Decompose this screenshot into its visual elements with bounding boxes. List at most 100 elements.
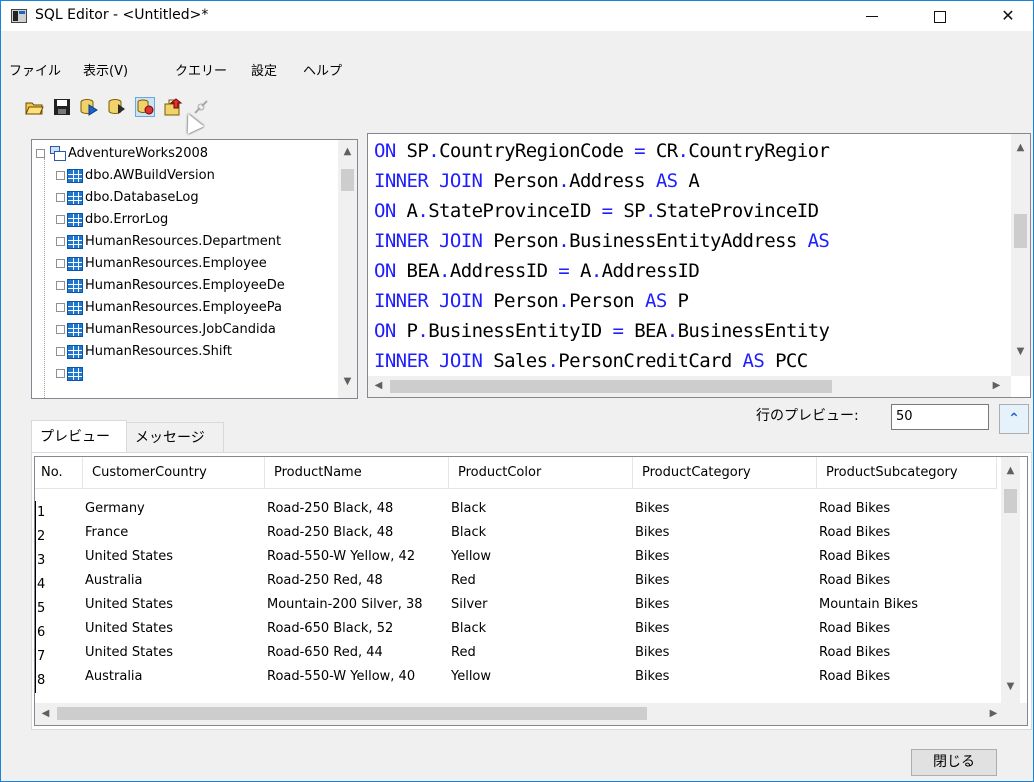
tab-messages[interactable]: メッセージ xyxy=(126,422,224,453)
row-number[interactable]: 5 xyxy=(35,597,79,621)
table-icon xyxy=(67,301,83,315)
grid-cell: Road Bikes xyxy=(819,669,891,684)
table-icon xyxy=(67,367,83,381)
menu-help[interactable]: ヘルプ xyxy=(303,61,342,83)
preview-rows-input[interactable]: 50 xyxy=(891,404,989,430)
scroll-thumb[interactable] xyxy=(341,169,354,191)
sql-editor[interactable]: ON SP.CountryRegionCode = CR.CountryRegi… xyxy=(367,133,1031,398)
grid-cell: Germany xyxy=(85,501,145,516)
column-header[interactable]: CustomerCountry xyxy=(83,457,265,489)
row-number[interactable]: 2 xyxy=(35,525,79,549)
grid-horizontal-scrollbar[interactable]: ◀ ▶ xyxy=(35,703,1027,725)
expand-icon[interactable] xyxy=(56,171,65,180)
grid-cell: Bikes xyxy=(635,597,670,612)
code-line: ON SP.CountryRegionCode = CR.CountryRegi… xyxy=(374,140,830,162)
row-number[interactable]: 1 xyxy=(35,501,79,525)
minimize-button[interactable] xyxy=(849,1,895,31)
run-icon[interactable] xyxy=(79,97,99,117)
row-number[interactable]: 3 xyxy=(35,549,79,573)
double-chevron-up-icon: ⌃ xyxy=(1008,411,1020,427)
expand-icon[interactable] xyxy=(56,369,65,378)
row-number[interactable]: 7 xyxy=(35,645,79,669)
title-bar[interactable]: SQL Editor - <Untitled>* ✕ xyxy=(1,1,1033,31)
tree-vertical-scrollbar[interactable]: ▲ ▼ xyxy=(338,140,357,398)
grid-cell: United States xyxy=(85,597,174,612)
expand-icon[interactable] xyxy=(56,215,65,224)
column-header[interactable]: No. xyxy=(35,457,83,489)
menu-bar: ファイル 表示(V) クエリー 設定 ヘルプ xyxy=(1,61,1033,83)
column-header[interactable]: ProductName xyxy=(265,457,449,489)
grid-cell: United States xyxy=(85,645,174,660)
editor-vertical-scrollbar[interactable]: ▲ ▼ xyxy=(1011,134,1030,376)
scroll-down-icon[interactable]: ▼ xyxy=(1012,346,1029,357)
column-header[interactable]: ProductColor xyxy=(449,457,633,489)
grid-cell: Bikes xyxy=(635,525,670,540)
expand-icon[interactable] xyxy=(56,303,65,312)
grid-cell: Road-550-W Yellow, 40 xyxy=(267,669,416,684)
grid-cell: United States xyxy=(85,549,174,564)
save-icon[interactable] xyxy=(52,97,72,117)
import-icon[interactable] xyxy=(135,97,155,117)
database-tree[interactable]: AdventureWorks2008 dbo.AWBuildVersion db… xyxy=(31,139,358,399)
table-icon xyxy=(67,279,83,293)
scroll-thumb[interactable] xyxy=(57,707,647,720)
column-header[interactable]: ProductSubcategory xyxy=(817,457,997,489)
grid-vertical-scrollbar[interactable]: ▲ ▼ xyxy=(1001,457,1020,703)
minimize-icon xyxy=(866,16,878,17)
row-number[interactable]: 8 xyxy=(35,669,79,693)
collapse-button[interactable]: ⌃ xyxy=(999,404,1029,434)
grid-cell: Silver xyxy=(451,597,488,612)
scroll-thumb[interactable] xyxy=(1014,214,1027,248)
scroll-right-icon[interactable]: ▶ xyxy=(988,380,1005,391)
code-line: ON P.BusinessEntityID = BEA.BusinessEnti… xyxy=(374,320,830,342)
scroll-up-icon[interactable]: ▲ xyxy=(1002,465,1019,476)
scroll-down-icon[interactable]: ▼ xyxy=(1002,681,1019,692)
grid-cell: Road-650 Black, 52 xyxy=(267,621,394,636)
table-icon xyxy=(67,323,83,337)
scroll-down-icon[interactable]: ▼ xyxy=(339,376,356,387)
column-header[interactable]: ProductCategory xyxy=(633,457,817,489)
tab-preview[interactable]: プレビュー xyxy=(31,420,127,453)
grid-cell: Road Bikes xyxy=(819,645,891,660)
scroll-up-icon[interactable]: ▲ xyxy=(339,146,356,157)
row-number[interactable]: 6 xyxy=(35,621,79,645)
close-button[interactable]: 閉じる xyxy=(911,749,997,776)
maximize-button[interactable] xyxy=(917,1,963,31)
expand-icon[interactable] xyxy=(56,281,65,290)
scroll-up-icon[interactable]: ▲ xyxy=(1012,142,1029,153)
expand-icon[interactable] xyxy=(56,259,65,268)
export-icon[interactable] xyxy=(163,97,183,117)
menu-file[interactable]: ファイル xyxy=(9,61,61,83)
menu-settings[interactable]: 設定 xyxy=(251,61,277,83)
grid-cell: Road-650 Red, 44 xyxy=(267,645,383,660)
grid-cell: France xyxy=(85,525,129,540)
tree-item-label: HumanResources.EmployeePa xyxy=(85,300,283,315)
grid-cell: Black xyxy=(451,525,487,540)
scroll-left-icon[interactable]: ◀ xyxy=(37,708,54,719)
expand-icon[interactable] xyxy=(56,193,65,202)
scroll-right-icon[interactable]: ▶ xyxy=(985,708,1002,719)
expand-icon[interactable] xyxy=(56,237,65,246)
tree-guide-line xyxy=(44,158,45,398)
expand-icon[interactable] xyxy=(56,325,65,334)
expand-icon[interactable] xyxy=(36,149,45,158)
menu-query[interactable]: クエリー xyxy=(175,61,227,83)
result-grid[interactable]: No. CustomerCountry ProductName ProductC… xyxy=(34,456,1028,726)
open-folder-icon[interactable] xyxy=(24,97,44,117)
grid-cell: Red xyxy=(451,573,476,588)
run-selection-icon[interactable] xyxy=(107,97,127,117)
code-line: INNER JOIN Person.Address AS A xyxy=(374,170,700,192)
grid-cell: Bikes xyxy=(635,669,670,684)
scroll-thumb[interactable] xyxy=(1004,489,1017,513)
tree-item-label: dbo.DatabaseLog xyxy=(85,190,199,205)
row-number[interactable]: 4 xyxy=(35,573,79,597)
close-window-button[interactable]: ✕ xyxy=(985,1,1031,31)
scroll-thumb[interactable] xyxy=(390,380,832,393)
expand-icon[interactable] xyxy=(56,347,65,356)
code-line: INNER JOIN Person.BusinessEntityAddress … xyxy=(374,230,830,252)
menu-view[interactable]: 表示(V) xyxy=(83,61,128,83)
tree-item-label: HumanResources.Shift xyxy=(85,344,232,359)
editor-horizontal-scrollbar[interactable]: ◀ ▶ xyxy=(368,376,1011,397)
table-icon xyxy=(67,345,83,359)
scroll-left-icon[interactable]: ◀ xyxy=(370,380,387,391)
